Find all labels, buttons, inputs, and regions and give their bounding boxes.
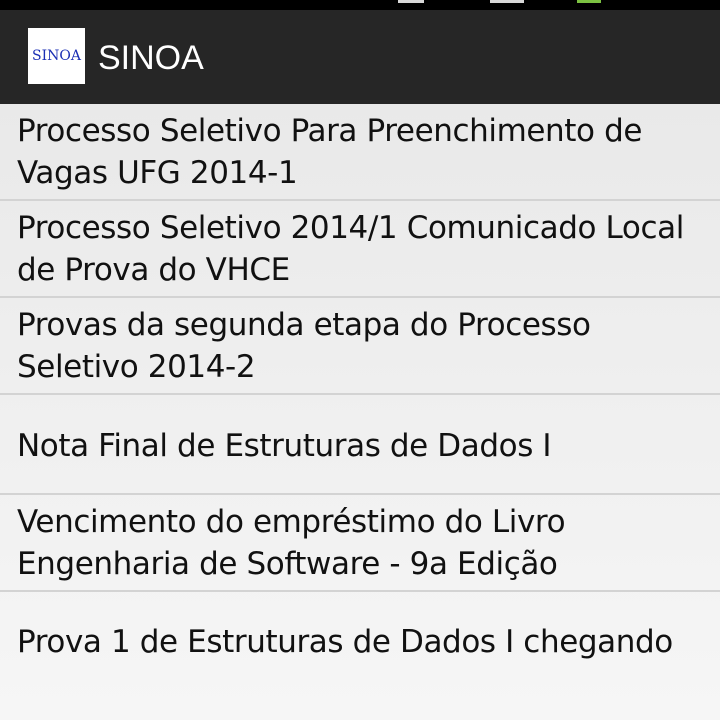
list-item[interactable]: Provas da segunda etapa do Processo Sele… — [0, 298, 720, 395]
action-bar: SINOA SINOA — [0, 10, 720, 104]
list-item-text: Nota Final de Estruturas de Dados I — [17, 427, 552, 464]
list-item-text: Prova 1 de Estruturas de Dados I chegand… — [17, 623, 673, 660]
list-item[interactable]: Vencimento do empréstimo do Livro Engenh… — [0, 495, 720, 592]
list-item-text: Processo Seletivo Para Preenchimento de … — [17, 112, 643, 191]
app-logo[interactable]: SINOA — [28, 28, 85, 84]
notification-list: Processo Seletivo Para Preenchimento de … — [0, 104, 720, 720]
list-item[interactable]: Processo Seletivo Para Preenchimento de … — [0, 104, 720, 201]
network-icon — [490, 0, 524, 3]
list-item[interactable]: Prova 1 de Estruturas de Dados I chegand… — [0, 593, 720, 690]
list-item-text: Provas da segunda etapa do Processo Sele… — [17, 306, 591, 385]
list-item-text: Vencimento do empréstimo do Livro Engenh… — [17, 503, 566, 582]
battery-icon — [577, 0, 601, 3]
list-item[interactable]: Processo Seletivo 2014/1 Comunicado Loca… — [0, 201, 720, 298]
status-bar — [0, 0, 720, 10]
app-title: SINOA — [98, 39, 204, 77]
list-item[interactable]: Nota Final de Estruturas de Dados I — [0, 398, 720, 495]
list-item-text: Processo Seletivo 2014/1 Comunicado Loca… — [17, 209, 684, 288]
app-logo-text: SINOA — [32, 48, 81, 64]
signal-icon — [398, 0, 424, 3]
